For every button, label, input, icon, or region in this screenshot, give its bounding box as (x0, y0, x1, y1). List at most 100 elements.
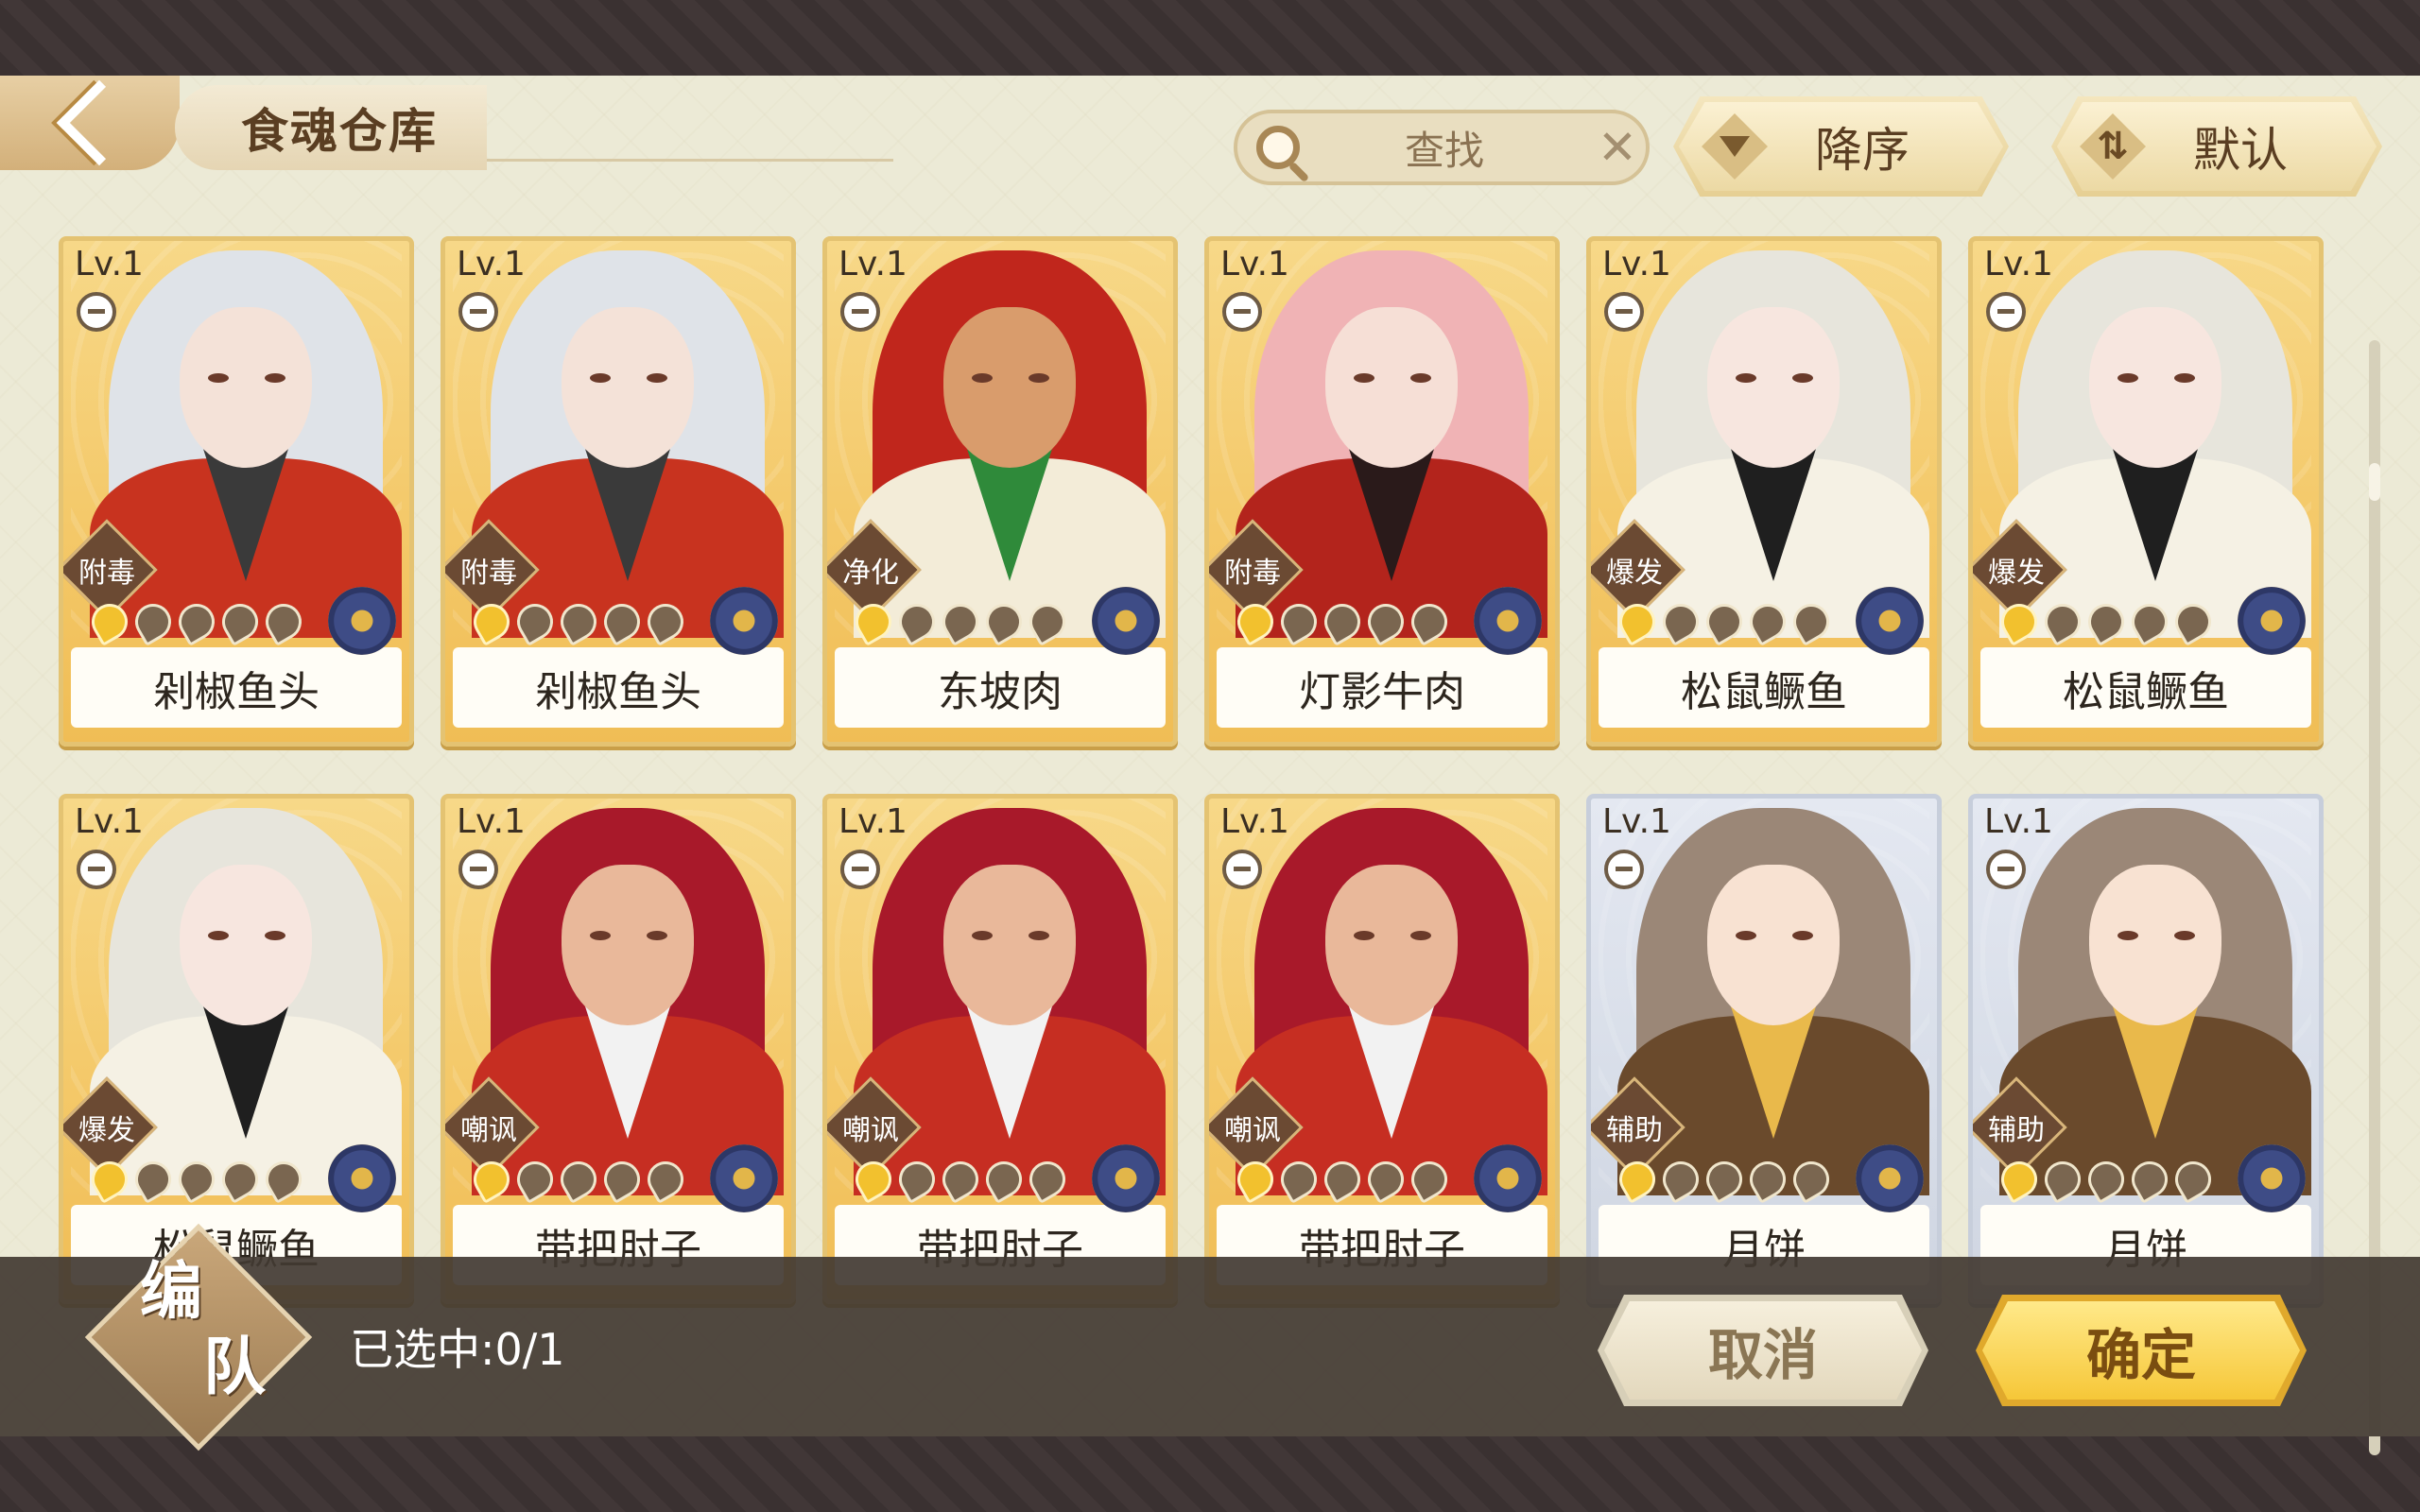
role-tag-label: 爆发 (78, 1114, 135, 1147)
character-card[interactable]: Lv.1 爆发 松鼠鳜鱼 (1586, 236, 1942, 747)
rank-flame-icon (1023, 1155, 1072, 1204)
rank-flame-icon (2038, 597, 2087, 646)
character-card[interactable]: Lv.1 附毒 灯影牛肉 (1204, 236, 1560, 747)
slot-icon (1986, 850, 2026, 889)
team-label-1: 编 (140, 1254, 202, 1328)
level-label: Lv.1 (457, 245, 526, 284)
rank-flame-icon (2125, 1155, 2174, 1204)
rank-flame-icon (85, 597, 134, 646)
rank-flame-icon (641, 1155, 690, 1204)
character-card[interactable]: Lv.1 附毒 剁椒鱼头 (441, 236, 796, 747)
character-card[interactable]: Lv.1 嘲讽 带把肘子 (441, 794, 796, 1304)
rank-icons (1231, 597, 1454, 646)
rank-flame-icon (1656, 597, 1705, 646)
character-card[interactable]: Lv.1 附毒 剁椒鱼头 (59, 236, 414, 747)
role-tag-label: 附毒 (460, 557, 517, 590)
slot-icon (77, 850, 116, 889)
level-label: Lv.1 (75, 245, 144, 284)
card-name: 松鼠鳜鱼 (1681, 667, 1847, 716)
sort-order-label: 降序 (1815, 123, 1910, 178)
character-card[interactable]: Lv.1 辅助 月饼 (1586, 794, 1942, 1304)
rank-flame-icon (1318, 1155, 1367, 1204)
cancel-button[interactable]: 取消 (1598, 1295, 1928, 1406)
role-tag: 净化 (827, 524, 916, 615)
slot-icon (458, 292, 498, 332)
role-tag-label: 净化 (842, 557, 899, 590)
rank-flame-icon (2038, 1155, 2087, 1204)
rank-flame-icon (1787, 597, 1836, 646)
rank-flame-icon (1995, 597, 2044, 646)
element-emblem-icon (1856, 587, 1924, 655)
rank-flame-icon (641, 597, 690, 646)
level-label: Lv.1 (75, 802, 144, 841)
role-tag: 附毒 (445, 524, 534, 615)
rank-flame-icon (216, 1155, 265, 1204)
warehouse-panel: 食魂仓库 查找 ✕ 降序 ⇅ 默认 Lv.1 附毒 剁椒鱼头 Lv.1 附毒 剁… (0, 76, 2420, 1455)
sort-mode-button[interactable]: ⇅ 默认 (2051, 96, 2382, 197)
character-card[interactable]: Lv.1 嘲讽 带把肘子 (1204, 794, 1560, 1304)
back-button[interactable] (0, 76, 180, 170)
rank-flame-icon (259, 597, 308, 646)
level-label: Lv.1 (838, 245, 908, 284)
rank-flame-icon (2169, 1155, 2218, 1204)
role-tag-label: 嘲讽 (460, 1114, 517, 1147)
card-name-bar: 东坡肉 (835, 647, 1166, 728)
element-emblem-icon (710, 587, 778, 655)
element-emblem-icon (2238, 1144, 2306, 1212)
search-box[interactable]: 查找 ✕ (1234, 110, 1650, 185)
card-name-bar: 灯影牛肉 (1217, 647, 1547, 728)
role-tag-label: 嘲讽 (1224, 1114, 1281, 1147)
rank-flame-icon (849, 1155, 898, 1204)
team-label-2: 队 (203, 1330, 266, 1403)
rank-flame-icon (892, 597, 942, 646)
role-tag-label: 附毒 (1224, 557, 1281, 590)
close-icon[interactable]: ✕ (1589, 120, 1646, 175)
rank-flame-icon (1700, 597, 1749, 646)
rank-flame-icon (1361, 1155, 1410, 1204)
title-underline (487, 159, 893, 162)
rank-flame-icon (554, 597, 603, 646)
rank-flame-icon (1613, 1155, 1662, 1204)
slot-icon (1222, 850, 1262, 889)
search-input[interactable]: 查找 (1300, 119, 1589, 177)
card-name-bar: 松鼠鳜鱼 (1980, 647, 2311, 728)
slot-icon (1222, 292, 1262, 332)
slot-icon (1986, 292, 2026, 332)
page-title: 食魂仓库 (241, 103, 438, 159)
rank-flame-icon (85, 1155, 134, 1204)
team-button[interactable]: 编 队 (104, 1219, 293, 1455)
element-emblem-icon (1092, 587, 1160, 655)
card-name-bar: 剁椒鱼头 (71, 647, 402, 728)
level-label: Lv.1 (838, 802, 908, 841)
role-tag-label: 附毒 (78, 557, 135, 590)
element-emblem-icon (2238, 587, 2306, 655)
rank-flame-icon (510, 597, 560, 646)
element-emblem-icon (1092, 1144, 1160, 1212)
rank-flame-icon (979, 1155, 1028, 1204)
level-label: Lv.1 (1984, 802, 2053, 841)
confirm-button[interactable]: 确定 (1976, 1295, 2307, 1406)
rank-icons (1995, 1155, 2218, 1204)
level-label: Lv.1 (1602, 245, 1671, 284)
character-card[interactable]: Lv.1 辅助 月饼 (1968, 794, 2324, 1304)
character-card[interactable]: Lv.1 净化 东坡肉 (822, 236, 1178, 747)
scrollbar-thumb[interactable] (2369, 463, 2380, 501)
slot-icon (840, 292, 880, 332)
role-tag: 嘲讽 (1209, 1082, 1298, 1173)
rank-icons (849, 1155, 1072, 1204)
rank-flame-icon (2125, 597, 2174, 646)
rank-icons (1613, 1155, 1836, 1204)
triangle-down-icon (1702, 113, 1768, 180)
role-tag-label: 辅助 (1606, 1114, 1663, 1147)
rank-flame-icon (467, 597, 516, 646)
rank-flame-icon (1361, 597, 1410, 646)
card-name: 剁椒鱼头 (153, 667, 320, 716)
element-emblem-icon (1474, 587, 1542, 655)
rank-icons (849, 597, 1072, 646)
rank-flame-icon (2082, 1155, 2131, 1204)
sort-order-button[interactable]: 降序 (1673, 96, 2009, 197)
character-card[interactable]: Lv.1 嘲讽 带把肘子 (822, 794, 1178, 1304)
character-card[interactable]: Lv.1 爆发 松鼠鳜鱼 (1968, 236, 2324, 747)
role-tag: 爆发 (63, 1082, 152, 1173)
rank-flame-icon (2169, 597, 2218, 646)
